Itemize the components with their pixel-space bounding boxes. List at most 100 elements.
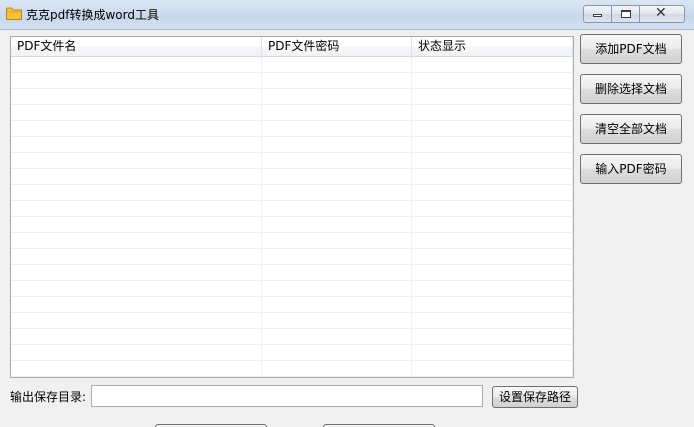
list-cell (262, 105, 412, 120)
list-row[interactable] (11, 57, 573, 73)
list-cell (262, 185, 412, 200)
list-cell (11, 233, 262, 248)
list-cell (412, 297, 573, 312)
column-header-password[interactable]: PDF文件密码 (262, 37, 412, 57)
list-cell (412, 249, 573, 264)
list-cell (11, 105, 262, 120)
list-row[interactable] (11, 233, 573, 249)
list-row[interactable] (11, 313, 573, 329)
list-cell (412, 137, 573, 152)
list-cell (11, 89, 262, 104)
column-header-status[interactable]: 状态显示 (412, 37, 573, 57)
delete-selected-button[interactable]: 删除选择文档 (580, 74, 682, 104)
list-cell (11, 361, 262, 376)
list-cell (262, 313, 412, 328)
close-icon: ✕ (655, 5, 667, 21)
list-cell (412, 361, 573, 376)
list-cell (412, 233, 573, 248)
list-cell (262, 297, 412, 312)
list-cell (412, 57, 573, 72)
list-cell (262, 329, 412, 344)
list-cell (11, 153, 262, 168)
list-cell (412, 73, 573, 88)
list-row[interactable] (11, 361, 573, 377)
clear-all-button[interactable]: 清空全部文档 (580, 114, 682, 144)
list-row[interactable] (11, 281, 573, 297)
list-cell (11, 137, 262, 152)
list-row[interactable] (11, 169, 573, 185)
list-cell (412, 345, 573, 360)
list-cell (412, 329, 573, 344)
set-save-path-button[interactable]: 设置保存路径 (492, 386, 578, 408)
list-cell (412, 281, 573, 296)
pdf-file-list[interactable]: PDF文件名 PDF文件密码 状态显示 (10, 36, 574, 378)
list-row[interactable] (11, 249, 573, 265)
list-row[interactable] (11, 137, 573, 153)
add-pdf-button[interactable]: 添加PDF文档 (580, 34, 682, 64)
list-cell (11, 345, 262, 360)
list-row[interactable] (11, 185, 573, 201)
list-cell (262, 249, 412, 264)
list-cell (11, 121, 262, 136)
list-cell (262, 233, 412, 248)
column-header-filename[interactable]: PDF文件名 (11, 37, 262, 57)
list-row[interactable] (11, 297, 573, 313)
list-cell (11, 281, 262, 296)
list-row[interactable] (11, 345, 573, 361)
list-cell (412, 201, 573, 216)
minimize-button[interactable] (583, 5, 612, 23)
list-cell (262, 345, 412, 360)
list-cell (262, 281, 412, 296)
close-button[interactable]: ✕ (639, 5, 685, 23)
folder-icon (6, 7, 22, 20)
list-cell (262, 89, 412, 104)
list-cell (11, 313, 262, 328)
minimize-icon (593, 14, 602, 17)
list-cell (262, 57, 412, 72)
list-cell (11, 217, 262, 232)
list-cell (262, 121, 412, 136)
list-cell (412, 105, 573, 120)
list-cell (262, 361, 412, 376)
list-cell (262, 137, 412, 152)
caption-buttons: ✕ (583, 5, 685, 23)
list-cell (262, 217, 412, 232)
list-header: PDF文件名 PDF文件密码 状态显示 (11, 37, 573, 57)
list-cell (11, 57, 262, 72)
list-cell (262, 265, 412, 280)
list-cell (412, 169, 573, 184)
list-cell (412, 265, 573, 280)
list-row[interactable] (11, 201, 573, 217)
title-bar[interactable]: 克克pdf转换成word工具 ✕ (0, 0, 694, 30)
app-window: 克克pdf转换成word工具 ✕ PDF文件名 PDF文件密码 状态显示 添加P… (0, 0, 694, 427)
list-row[interactable] (11, 121, 573, 137)
list-row[interactable] (11, 105, 573, 121)
list-cell (11, 329, 262, 344)
list-cell (412, 121, 573, 136)
list-cell (11, 249, 262, 264)
list-body[interactable] (11, 57, 573, 377)
list-cell (412, 217, 573, 232)
list-cell (412, 153, 573, 168)
list-cell (11, 185, 262, 200)
maximize-button[interactable] (611, 5, 640, 23)
list-cell (262, 73, 412, 88)
list-cell (11, 265, 262, 280)
list-row[interactable] (11, 329, 573, 345)
list-cell (262, 169, 412, 184)
list-row[interactable] (11, 89, 573, 105)
list-cell (262, 153, 412, 168)
list-cell (412, 185, 573, 200)
list-cell (11, 297, 262, 312)
enter-password-button[interactable]: 输入PDF密码 (580, 154, 682, 184)
window-title: 克克pdf转换成word工具 (26, 8, 159, 22)
list-row[interactable] (11, 73, 573, 89)
output-dir-label: 输出保存目录: (10, 390, 87, 404)
list-row[interactable] (11, 265, 573, 281)
output-dir-input[interactable] (91, 385, 483, 407)
maximize-icon (621, 10, 631, 18)
list-row[interactable] (11, 153, 573, 169)
list-row[interactable] (11, 217, 573, 233)
list-cell (412, 89, 573, 104)
list-cell (11, 201, 262, 216)
